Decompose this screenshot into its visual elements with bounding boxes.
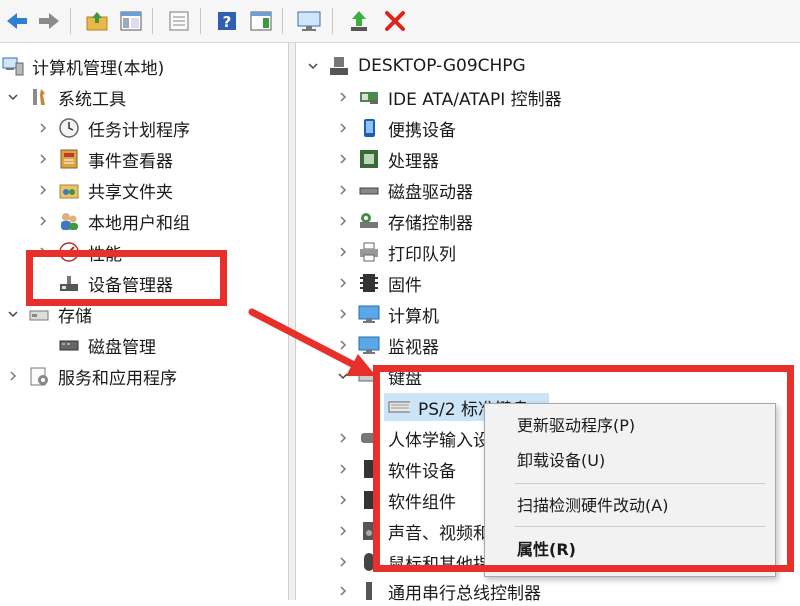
annotation-arrow bbox=[248, 308, 376, 376]
